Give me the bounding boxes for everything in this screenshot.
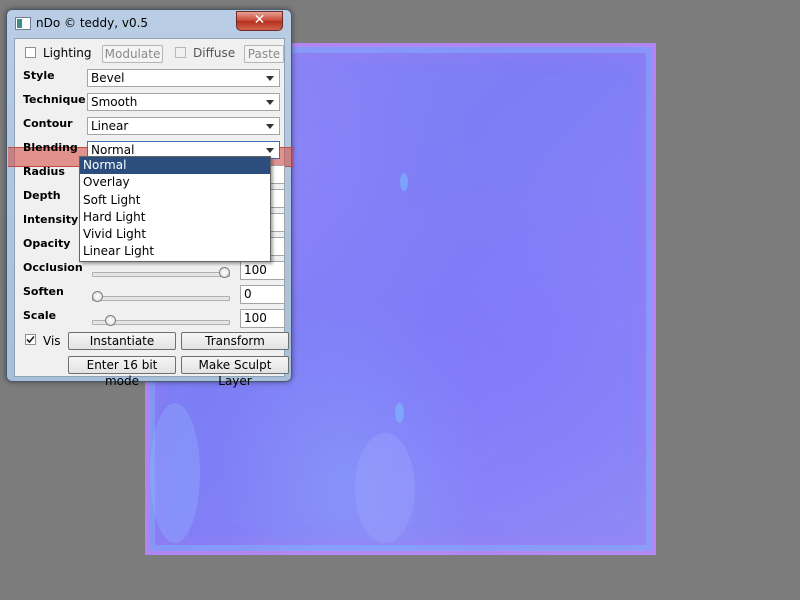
occlusion-slider[interactable] <box>92 267 230 278</box>
soften-field[interactable]: 0 <box>240 285 285 304</box>
blending-option[interactable]: Hard Light <box>80 209 270 226</box>
16-bit-mode-button[interactable]: Enter 16 bit mode <box>68 356 176 388</box>
technique-value: Smooth <box>91 95 138 109</box>
app-icon <box>15 17 31 30</box>
slider-thumb[interactable] <box>92 291 103 302</box>
lighting-label: Lighting <box>43 46 92 60</box>
occlusion-label: Occlusion <box>23 261 83 274</box>
soften-label: Soften <box>23 285 64 298</box>
technique-combo[interactable]: Smooth <box>87 93 280 111</box>
instantiate-button[interactable]: Instantiate <box>68 332 176 350</box>
blending-dropdown-list: Normal Overlay Soft Light Hard Light Viv… <box>79 156 271 262</box>
vis-checkbox[interactable] <box>25 334 36 345</box>
transform-button[interactable]: Transform <box>181 332 289 350</box>
contour-combo[interactable]: Linear <box>87 117 280 135</box>
diffuse-checkbox[interactable] <box>175 47 186 58</box>
vis-label: Vis <box>43 334 61 348</box>
close-button[interactable]: ✕ <box>236 11 283 31</box>
slider-track <box>92 296 230 301</box>
chevron-down-icon <box>266 100 274 105</box>
style-value: Bevel <box>91 71 125 85</box>
lighting-checkbox[interactable] <box>25 47 36 58</box>
blending-option[interactable]: Vivid Light <box>80 226 270 243</box>
make-sculpt-layer-button[interactable]: Make Sculpt Layer <box>181 356 289 388</box>
canvas-bump <box>400 173 408 191</box>
intensity-label: Intensity <box>23 213 79 226</box>
canvas-bump <box>355 433 415 543</box>
style-label: Style <box>23 69 55 82</box>
blending-label: Blending <box>23 141 78 154</box>
style-combo[interactable]: Bevel <box>87 69 280 87</box>
blending-option[interactable]: Overlay <box>80 174 270 191</box>
technique-label: Technique <box>23 93 86 106</box>
soften-slider[interactable] <box>92 291 230 302</box>
modulate-button[interactable]: Modulate <box>102 45 163 63</box>
checkmark-icon <box>26 335 35 344</box>
slider-thumb[interactable] <box>219 267 230 278</box>
diffuse-label: Diffuse <box>193 46 236 60</box>
slider-thumb[interactable] <box>105 315 116 326</box>
chevron-down-icon <box>266 148 274 153</box>
contour-value: Linear <box>91 119 129 133</box>
contour-label: Contour <box>23 117 73 130</box>
scale-slider[interactable] <box>92 315 230 326</box>
blending-value: Normal <box>91 143 135 157</box>
blending-option[interactable]: Normal <box>80 157 270 175</box>
occlusion-field[interactable]: 100 <box>240 261 285 280</box>
canvas-bump <box>150 403 200 543</box>
opacity-label: Opacity <box>23 237 71 250</box>
chevron-down-icon <box>266 124 274 129</box>
title-bar[interactable]: nDo © teddy, v0.5 ✕ <box>7 10 291 34</box>
blending-option[interactable]: Soft Light <box>80 192 270 209</box>
blending-option[interactable]: Linear Light <box>80 243 270 260</box>
chevron-down-icon <box>266 76 274 81</box>
scale-field[interactable]: 100 <box>240 309 285 328</box>
radius-label: Radius <box>23 165 65 178</box>
depth-label: Depth <box>23 189 61 202</box>
slider-track <box>92 272 230 277</box>
paste-button[interactable]: Paste <box>244 45 284 63</box>
window-title: nDo © teddy, v0.5 <box>36 16 149 30</box>
canvas-bump <box>395 403 404 423</box>
scale-label: Scale <box>23 309 57 322</box>
